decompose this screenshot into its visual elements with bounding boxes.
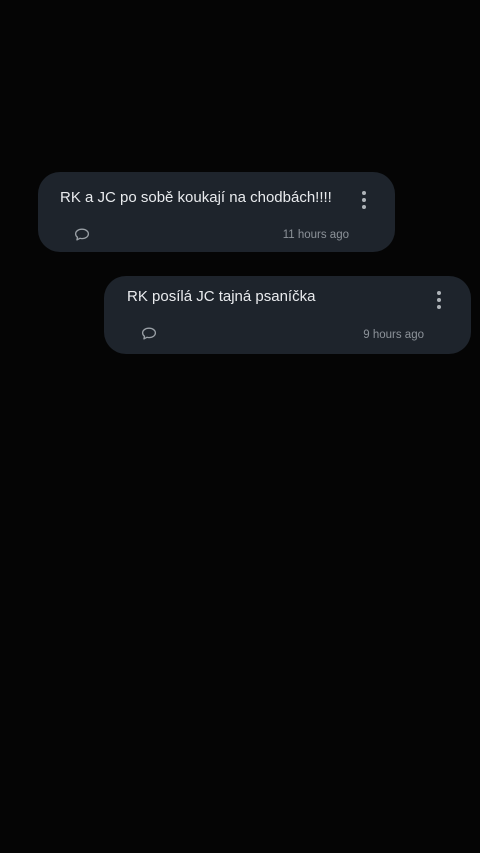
more-options-button[interactable] [355, 187, 373, 213]
post-text: RK posílá JC tajná psaníčka [127, 288, 316, 305]
post-card[interactable]: RK a JC po sobě koukají na chodbách!!!! … [38, 172, 395, 252]
comment-bubble-icon [74, 228, 90, 241]
comment-bubble-icon [141, 327, 157, 340]
more-vertical-icon [362, 191, 366, 195]
post-timestamp: 9 hours ago [363, 329, 424, 341]
more-options-button[interactable] [430, 287, 448, 313]
post-text: RK a JC po sobě koukají na chodbách!!!! [60, 189, 332, 206]
more-vertical-icon-dot [437, 305, 441, 309]
more-vertical-icon-dot [362, 198, 366, 202]
more-vertical-icon [437, 291, 441, 295]
more-vertical-icon-dot [362, 205, 366, 209]
post-timestamp: 11 hours ago [282, 229, 349, 241]
comment-button[interactable] [140, 326, 158, 342]
post-card[interactable]: RK posílá JC tajná psaníčka 9 hours ago [104, 276, 471, 354]
comment-button[interactable] [73, 227, 91, 243]
feed-screen: RK a JC po sobě koukají na chodbách!!!! … [0, 0, 480, 853]
more-vertical-icon-dot [437, 298, 441, 302]
